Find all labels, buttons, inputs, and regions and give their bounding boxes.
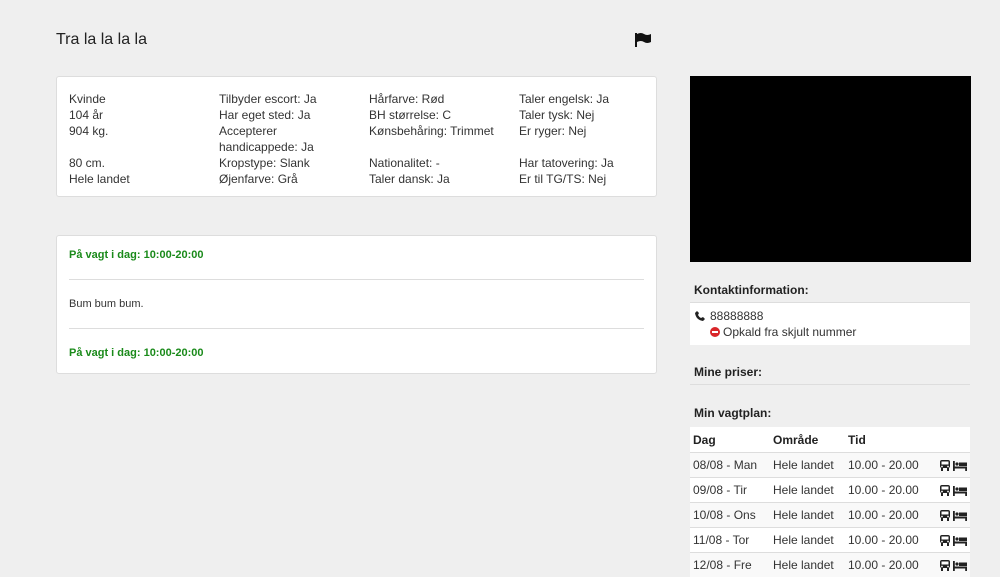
info-hair-color: Hårfarve: Rød	[369, 91, 494, 107]
row-icons	[936, 553, 970, 577]
video-player[interactable]	[690, 76, 971, 262]
profile-info-card: Kvinde 104 år 904 kg. 80 cm. Hele landet…	[56, 76, 657, 197]
row-area: Hele landet	[770, 503, 845, 528]
row-day: 09/08 - Tir	[690, 478, 770, 503]
row-area: Hele landet	[770, 528, 845, 553]
on-duty-status-top: På vagt i dag: 10:00-20:00	[69, 249, 204, 261]
on-duty-status-bottom: På vagt i dag: 10:00-20:00	[69, 347, 204, 359]
bed-icon	[953, 535, 967, 546]
info-column-3: Hårfarve: Rød BH størrelse: C Kønsbehåri…	[369, 91, 494, 187]
bed-icon	[953, 560, 967, 571]
table-row: 12/08 - Fre Hele landet 10.00 - 20.00	[690, 553, 970, 577]
info-bra-size: BH størrelse: C	[369, 107, 494, 123]
info-speaks-german: Taler tysk: Nej	[519, 107, 614, 123]
car-icon	[939, 485, 951, 496]
car-icon	[939, 535, 951, 546]
divider	[69, 279, 644, 280]
column-header-area: Område	[770, 427, 845, 453]
info-speaks-english: Taler engelsk: Ja	[519, 91, 614, 107]
description-text: Bum bum bum.	[69, 298, 144, 310]
row-area: Hele landet	[770, 453, 845, 478]
phone-icon	[695, 311, 705, 321]
row-icons	[936, 528, 970, 553]
contact-heading: Kontaktinformation:	[694, 283, 809, 297]
row-area: Hele landet	[770, 478, 845, 503]
row-icons	[936, 453, 970, 478]
column-header-time: Tid	[845, 427, 936, 453]
info-speaks-danish: Taler dansk: Ja	[369, 171, 494, 187]
divider	[690, 384, 970, 385]
info-tg-ts: Er til TG/TS: Nej	[519, 171, 614, 187]
table-header-row: Dag Område Tid	[690, 427, 970, 453]
row-day: 10/08 - Ons	[690, 503, 770, 528]
info-gender: Kvinde	[69, 91, 130, 107]
table-row: 08/08 - Man Hele landet 10.00 - 20.00	[690, 453, 970, 478]
info-pubic-hair: Kønsbehåring: Trimmet	[369, 123, 494, 139]
row-time: 10.00 - 20.00	[845, 553, 936, 577]
car-icon	[939, 460, 951, 471]
row-time: 10.00 - 20.00	[845, 478, 936, 503]
table-row: 10/08 - Ons Hele landet 10.00 - 20.00	[690, 503, 970, 528]
info-own-place: Har eget sted: Ja	[219, 107, 317, 123]
info-column-4: Taler engelsk: Ja Taler tysk: Nej Er ryg…	[519, 91, 614, 187]
no-entry-icon	[710, 327, 720, 337]
row-time: 10.00 - 20.00	[845, 503, 936, 528]
info-escort: Tilbyder escort: Ja	[219, 91, 317, 107]
info-age: 104 år	[69, 107, 130, 123]
column-header-icons	[936, 427, 970, 453]
info-tattoo: Har tatovering: Ja	[519, 155, 614, 171]
contact-box: 88888888 Opkald fra skjult nummer	[690, 302, 970, 345]
hidden-number-note: Opkald fra skjult nummer	[723, 325, 856, 339]
schedule-table: Dag Område Tid 08/08 - Man Hele landet 1…	[690, 427, 970, 577]
row-day: 11/08 - Tor	[690, 528, 770, 553]
page-title: Tra la la la la	[56, 31, 147, 49]
info-smoker: Er ryger: Nej	[519, 123, 614, 139]
flag-icon[interactable]	[634, 32, 652, 48]
row-icons	[936, 478, 970, 503]
row-time: 10.00 - 20.00	[845, 528, 936, 553]
info-accepts: Accepterer	[219, 123, 317, 139]
prices-heading: Mine priser:	[694, 365, 762, 379]
info-weight: 904 kg.	[69, 123, 130, 139]
info-spacer	[369, 139, 494, 155]
info-eye-color: Øjenfarve: Grå	[219, 171, 317, 187]
schedule-heading: Min vagtplan:	[694, 406, 771, 420]
table-row: 09/08 - Tir Hele landet 10.00 - 20.00	[690, 478, 970, 503]
status-card: På vagt i dag: 10:00-20:00 Bum bum bum. …	[56, 235, 657, 374]
row-area: Hele landet	[770, 553, 845, 577]
phone-number[interactable]: 88888888	[710, 309, 763, 323]
info-column-1: Kvinde 104 år 904 kg. 80 cm. Hele landet	[69, 91, 130, 187]
row-day: 12/08 - Fre	[690, 553, 770, 577]
bed-icon	[953, 510, 967, 521]
row-day: 08/08 - Man	[690, 453, 770, 478]
info-nationality: Nationalitet: -	[369, 155, 494, 171]
bed-icon	[953, 460, 967, 471]
info-height: 80 cm.	[69, 155, 130, 171]
info-handicapped: handicappede: Ja	[219, 139, 317, 155]
row-time: 10.00 - 20.00	[845, 453, 936, 478]
info-body-type: Kropstype: Slank	[219, 155, 317, 171]
info-region: Hele landet	[69, 171, 130, 187]
car-icon	[939, 560, 951, 571]
info-spacer	[69, 139, 130, 155]
row-icons	[936, 503, 970, 528]
info-column-2: Tilbyder escort: Ja Har eget sted: Ja Ac…	[219, 91, 317, 187]
divider	[69, 328, 644, 329]
car-icon	[939, 510, 951, 521]
bed-icon	[953, 485, 967, 496]
table-row: 11/08 - Tor Hele landet 10.00 - 20.00	[690, 528, 970, 553]
column-header-day: Dag	[690, 427, 770, 453]
info-spacer	[519, 139, 614, 155]
